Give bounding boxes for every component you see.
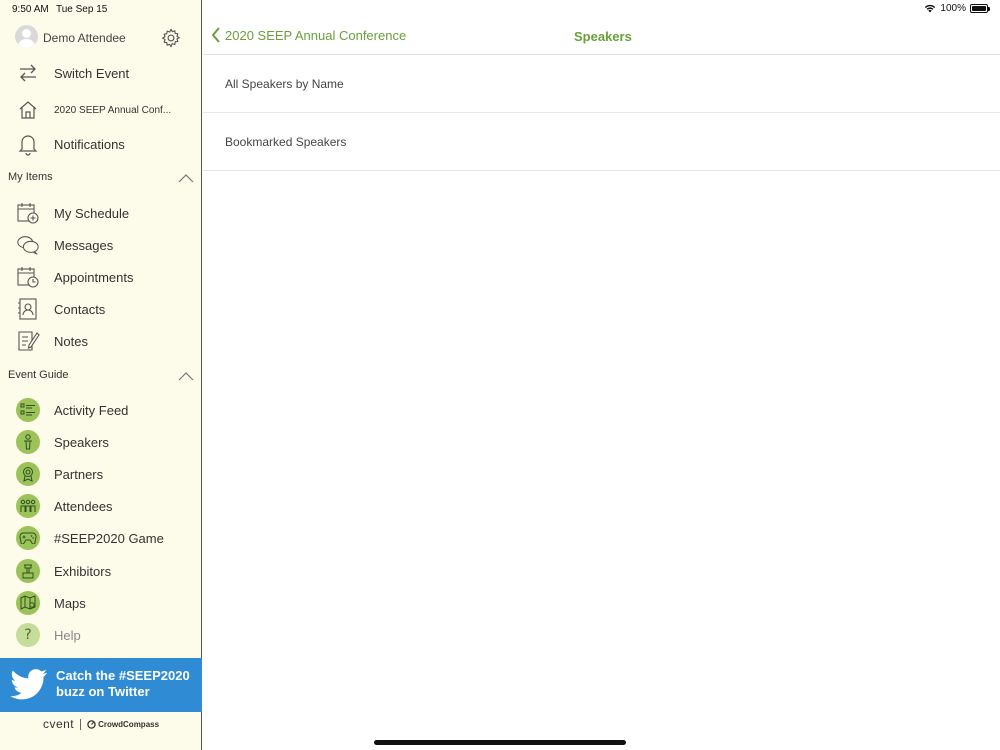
gamepad-icon: [16, 526, 40, 550]
section-my-items[interactable]: My Items: [0, 168, 202, 188]
page-title: Speakers: [574, 29, 632, 44]
crowdcompass-logo: CrowdCompass: [87, 720, 159, 729]
chevron-left-icon: [211, 27, 220, 43]
sidebar-item-label: Appointments: [54, 269, 134, 285]
sidebar-item-label: Notes: [54, 333, 88, 349]
people-group-icon: [16, 494, 40, 518]
crowdcompass-label: CrowdCompass: [98, 719, 160, 729]
map-pin-icon: [16, 591, 40, 615]
twitter-bird-icon: [10, 669, 48, 700]
list-item-bookmarked-speakers[interactable]: Bookmarked Speakers: [203, 113, 1000, 171]
sidebar-item-notes[interactable]: Notes: [0, 326, 202, 356]
sidebar-item-event-home[interactable]: 2020 SEEP Annual Conf...: [0, 95, 202, 125]
sidebar-item-label: Messages: [54, 237, 114, 253]
sidebar: Demo Attendee Switch Event 2020 SEEP Ann…: [0, 0, 202, 750]
list-item-all-speakers[interactable]: All Speakers by Name: [203, 55, 1000, 113]
back-button-label: 2020 SEEP Annual Conference: [225, 27, 407, 43]
status-bar: 9:50 AM Tue Sep 15 100%: [0, 0, 1000, 18]
sidebar-item-label: Contacts: [54, 301, 106, 317]
sidebar-item-label: Activity Feed: [54, 402, 129, 418]
wifi-icon: [925, 4, 936, 13]
sidebar-item-maps[interactable]: Maps: [0, 588, 202, 618]
battery-percent: 100%: [940, 3, 966, 14]
question-icon: ?: [16, 623, 40, 647]
sidebar-item-activity-feed[interactable]: Activity Feed: [0, 395, 202, 425]
sidebar-item-notifications[interactable]: Notifications: [0, 129, 202, 159]
chevron-up-icon[interactable]: [178, 173, 194, 183]
sidebar-item-label: Notifications: [54, 136, 125, 152]
nav-bar: 2020 SEEP Annual Conference Speakers: [203, 18, 1000, 55]
section-title: My Items: [8, 171, 53, 183]
list-item-label: All Speakers by Name: [225, 76, 344, 91]
contact-card-icon: [16, 297, 40, 321]
sidebar-item-label: Speakers: [54, 434, 109, 450]
chevron-up-icon[interactable]: [178, 371, 194, 381]
sidebar-footer: cvent CrowdCompass: [0, 712, 202, 736]
status-time: 9:50 AM: [12, 4, 49, 15]
calendar-add-icon: [16, 201, 40, 225]
status-right: 100%: [924, 3, 990, 14]
sidebar-item-label: My Schedule: [54, 205, 130, 221]
sidebar-item-label: Attendees: [54, 498, 113, 514]
sidebar-item-messages[interactable]: Messages: [0, 230, 202, 260]
sidebar-item-exhibitors[interactable]: Exhibitors: [0, 556, 202, 586]
notepad-icon: [16, 329, 40, 353]
sidebar-item-label: Exhibitors: [54, 563, 112, 579]
home-icon: [16, 98, 40, 122]
crowdcompass-icon: [87, 719, 96, 729]
sidebar-item-switch-event[interactable]: Switch Event: [0, 58, 202, 88]
sidebar-item-label: Maps: [54, 595, 86, 611]
sidebar-item-partners[interactable]: Partners: [0, 459, 202, 489]
back-button[interactable]: 2020 SEEP Annual Conference: [211, 27, 406, 43]
sidebar-item-appointments[interactable]: Appointments: [0, 262, 202, 292]
main-panel: 2020 SEEP Annual Conference Speakers All…: [203, 0, 1000, 750]
speaker-podium-icon: [16, 430, 40, 454]
bell-icon: [16, 132, 40, 156]
ribbon-award-icon: [16, 462, 40, 486]
sidebar-item-label: Switch Event: [54, 65, 130, 81]
cvent-logo: cvent: [42, 717, 75, 731]
speakers-list: All Speakers by Name Bookmarked Speakers: [203, 55, 1000, 171]
twitter-line1: Catch the #SEEP2020: [56, 668, 190, 683]
activity-list-icon: [16, 398, 40, 422]
sidebar-item-contacts[interactable]: Contacts: [0, 294, 202, 324]
sidebar-item-label: 2020 SEEP Annual Conf...: [54, 104, 172, 116]
profile-row[interactable]: Demo Attendee: [0, 22, 202, 52]
home-indicator[interactable]: [374, 740, 626, 745]
gear-icon[interactable]: [160, 27, 182, 49]
status-date: Tue Sep 15: [56, 4, 108, 15]
twitter-line2: buzz on Twitter: [56, 684, 150, 699]
sidebar-item-seep2020-game[interactable]: #SEEP2020 Game: [0, 523, 202, 553]
calendar-clock-icon: [16, 265, 40, 289]
footer-divider: [80, 718, 82, 730]
section-title: Event Guide: [8, 369, 69, 381]
sidebar-item-speakers[interactable]: Speakers: [0, 427, 202, 457]
sidebar-item-label: Help: [54, 627, 81, 643]
switch-arrows-icon: [16, 61, 40, 85]
sidebar-item-my-schedule[interactable]: My Schedule: [0, 198, 202, 228]
avatar: [15, 25, 38, 48]
chat-bubbles-icon: [16, 233, 40, 257]
twitter-banner[interactable]: Catch the #SEEP2020 buzz on Twitter: [0, 658, 202, 712]
sidebar-item-help[interactable]: ? Help: [0, 620, 202, 650]
twitter-banner-text: Catch the #SEEP2020 buzz on Twitter: [56, 668, 198, 700]
list-item-label: Bookmarked Speakers: [225, 134, 347, 149]
battery-icon: [970, 4, 990, 13]
section-event-guide[interactable]: Event Guide: [0, 366, 202, 386]
sidebar-item-attendees[interactable]: Attendees: [0, 491, 202, 521]
profile-name: Demo Attendee: [43, 31, 126, 45]
sidebar-item-label: #SEEP2020 Game: [54, 530, 164, 546]
booth-icon: [16, 559, 40, 583]
sidebar-item-label: Partners: [54, 466, 104, 482]
